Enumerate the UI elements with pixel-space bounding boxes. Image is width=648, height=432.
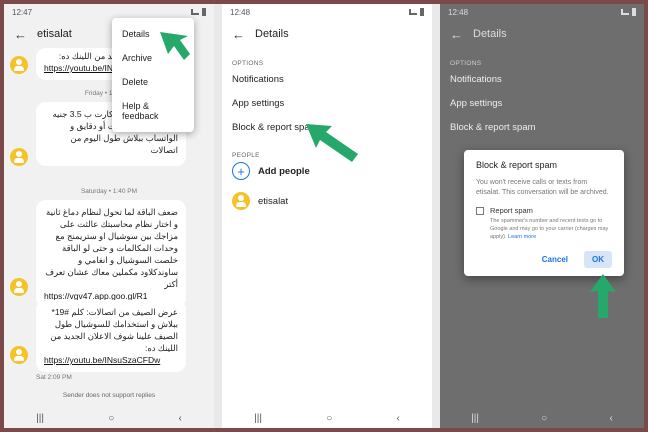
dialog-title: Block & report spam (476, 160, 558, 170)
report-spam-checkbox-row[interactable]: Report spam The spammer's number and rec… (476, 206, 612, 241)
nav-bar: ||| ○ ‹ (4, 408, 214, 428)
options-header: OPTIONS (232, 60, 264, 67)
message-bubble: عرض الصيف من اتصالات: كلم #19* ببلاش و ا… (36, 300, 186, 372)
status-time: 12:48 (448, 7, 469, 17)
menu-item-help-feedback[interactable]: Help & feedback (112, 94, 194, 128)
status-icons (409, 8, 424, 16)
back-button[interactable]: ‹ (179, 413, 182, 424)
avatar (10, 56, 28, 74)
option-app-settings[interactable]: App settings (222, 98, 432, 109)
battery-icon (632, 8, 636, 16)
signal-icon (621, 9, 629, 15)
menu-item-delete[interactable]: Delete (112, 70, 194, 94)
report-spam-label: Report spam (490, 206, 533, 215)
app-bar: ← Details (222, 20, 432, 48)
avatar (10, 148, 28, 166)
avatar (10, 346, 28, 364)
block-report-dialog: Block & report spam You won't receive ca… (464, 150, 624, 276)
conversation-title: etisalat (37, 28, 72, 40)
ok-button[interactable]: OK (584, 251, 612, 268)
status-bar: 12:48 (222, 4, 432, 20)
app-bar: ← Details (440, 20, 644, 48)
message-item[interactable]: ضعف الباقة لما تحول لنظام دماغ ثانية و ا… (10, 200, 186, 308)
status-icons (191, 8, 206, 16)
contact-row[interactable]: etisalat (222, 192, 432, 210)
back-arrow-icon[interactable]: ← (14, 28, 27, 41)
plus-icon: + (232, 162, 250, 180)
date-separator: Saturday • 1:40 PM (80, 188, 138, 195)
battery-icon (202, 8, 206, 16)
page-title: Details (473, 28, 507, 40)
message-bubble: ضعف الباقة لما تحول لنظام دماغ ثانية و ا… (36, 200, 186, 308)
status-bar: 12:48 (440, 4, 644, 20)
contact-name: etisalat (258, 195, 289, 207)
option-block-report-spam[interactable]: Block & report spam (440, 122, 644, 133)
message-text: عرض الصيف من اتصالات: كلم #19* ببلاش و ا… (50, 307, 178, 353)
back-button[interactable]: ‹ (610, 413, 613, 424)
page-title: Details (255, 28, 289, 40)
recents-button[interactable]: ||| (36, 413, 44, 424)
pointer-arrow-icon (306, 124, 358, 162)
message-item[interactable]: عرض الصيف من اتصالات: كلم #19* ببلاش و ا… (10, 300, 186, 381)
back-arrow-icon[interactable]: ← (450, 28, 463, 41)
options-header: OPTIONS (450, 60, 482, 67)
dialog-actions: Cancel OK (476, 251, 612, 268)
back-button[interactable]: ‹ (397, 413, 400, 424)
avatar (232, 192, 250, 210)
dialog-body: You won't receive calls or texts from et… (476, 179, 609, 196)
details-panel: 12:48 ← Details OPTIONS Notifications Ap… (222, 4, 432, 428)
nav-bar: ||| ○ ‹ (440, 408, 644, 428)
status-time: 12:48 (230, 7, 251, 17)
signal-icon (191, 9, 199, 15)
signal-icon (409, 9, 417, 15)
status-time: 12:47 (12, 7, 33, 17)
add-people-label: Add people (258, 165, 310, 177)
home-button[interactable]: ○ (326, 413, 332, 424)
recents-button[interactable]: ||| (471, 413, 479, 424)
conversation-panel: 12:47 ← etisalat شوف الاعلان الجديد من ا… (4, 4, 214, 428)
home-button[interactable]: ○ (108, 413, 114, 424)
avatar (10, 278, 28, 296)
option-notifications[interactable]: Notifications (440, 74, 644, 85)
message-link[interactable]: https://youtu.be/INsuSzaCFDw (44, 354, 178, 366)
screenshot-frame: 12:47 ← etisalat شوف الاعلان الجديد من ا… (4, 4, 644, 428)
report-spam-checkbox[interactable] (476, 207, 484, 215)
option-notifications[interactable]: Notifications (222, 74, 432, 85)
status-icons (621, 8, 636, 16)
report-spam-description: The spammer's number and recent texts go… (490, 217, 612, 241)
battery-icon (420, 8, 424, 16)
pointer-arrow-icon (160, 32, 190, 60)
learn-more-link[interactable]: Learn more (508, 234, 536, 240)
option-app-settings[interactable]: App settings (440, 98, 644, 109)
recents-button[interactable]: ||| (254, 413, 262, 424)
reply-disabled-note: Sender does not support replies (62, 392, 156, 399)
block-dialog-panel: 12:48 ← Details OPTIONS Notifications Ap… (440, 4, 644, 428)
pointer-arrow-icon (590, 274, 616, 318)
message-text: ضعف الباقة لما تحول لنظام دماغ ثانية و ا… (45, 207, 178, 289)
home-button[interactable]: ○ (541, 413, 547, 424)
message-timestamp: Sat 2:09 PM (36, 374, 72, 381)
cancel-button[interactable]: Cancel (534, 251, 576, 268)
back-arrow-icon[interactable]: ← (232, 28, 245, 41)
nav-bar: ||| ○ ‹ (222, 408, 432, 428)
